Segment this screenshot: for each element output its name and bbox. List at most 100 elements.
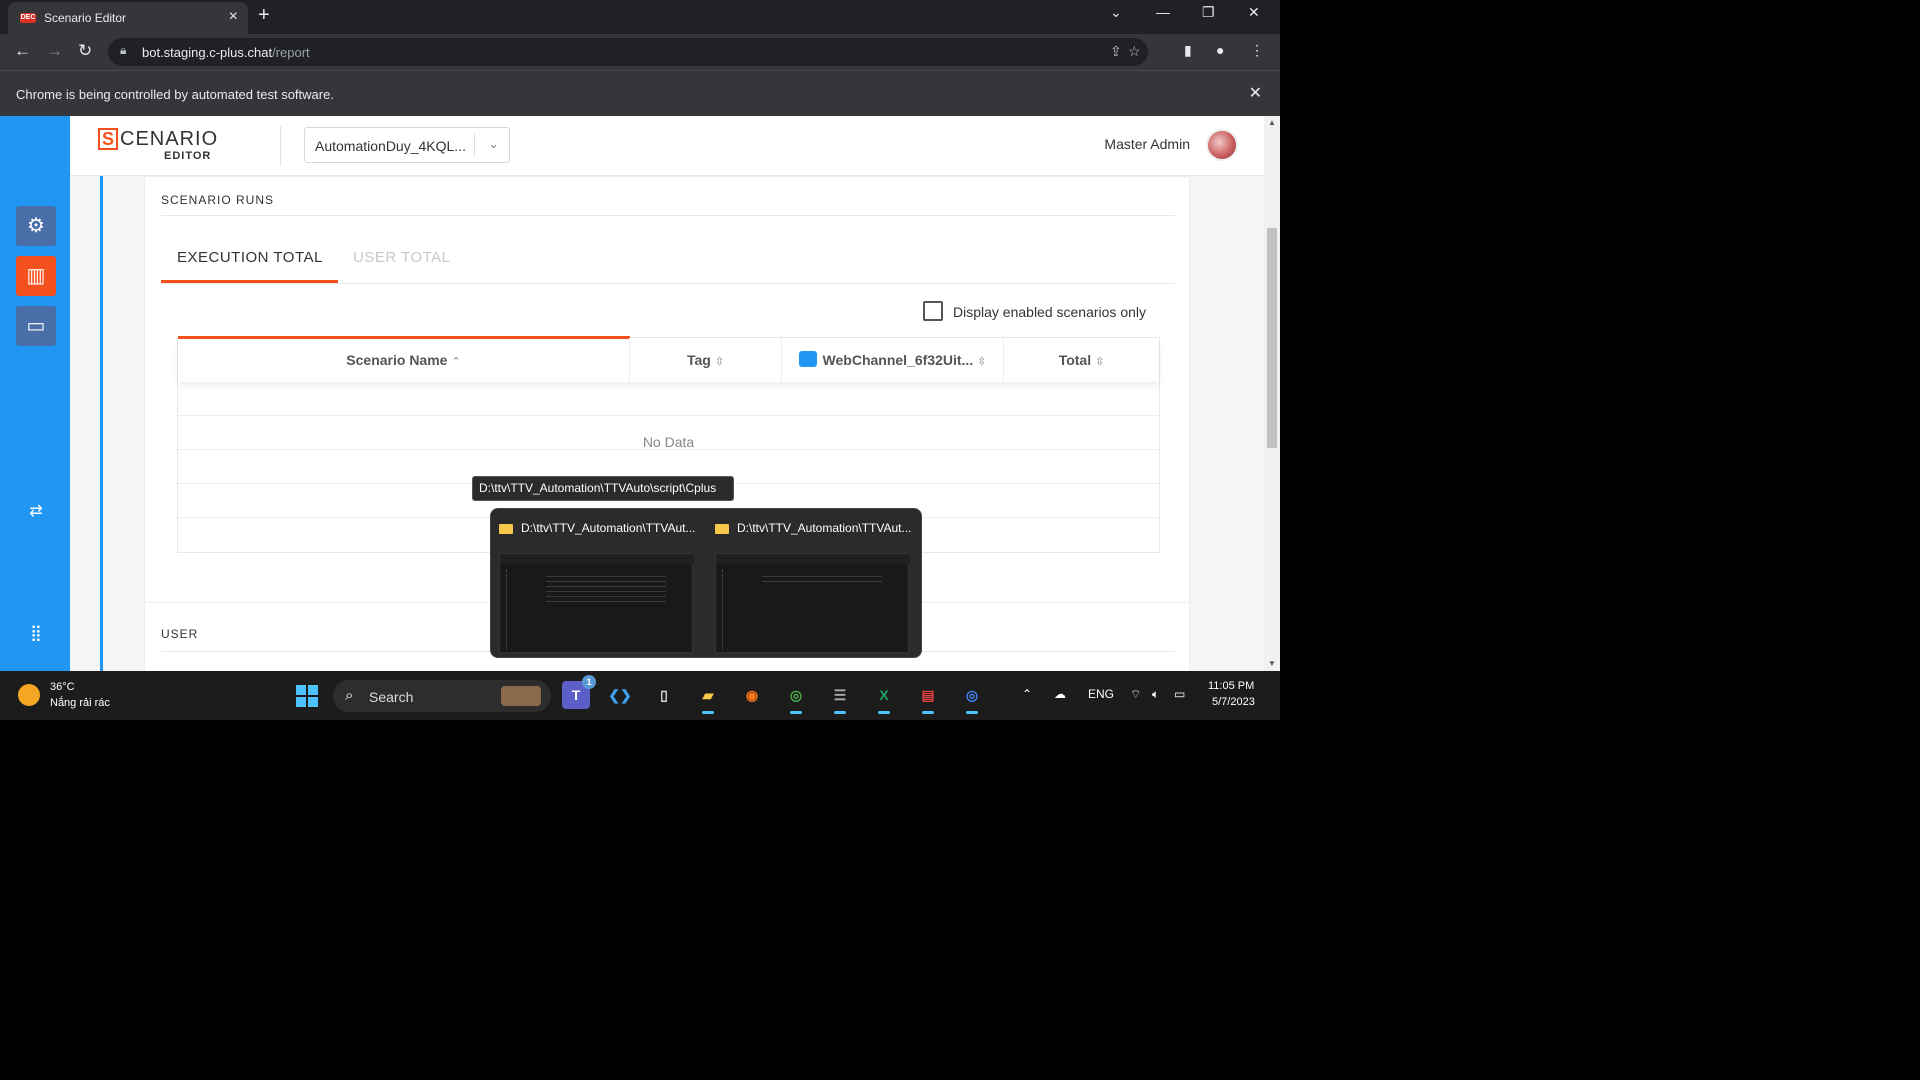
url-text[interactable]: bot.staging.c-plus.chat/report (142, 45, 310, 60)
nav-settings-gear-icon[interactable]: ⚙ (16, 206, 56, 246)
window-preview[interactable]: D:\ttv\TTV_Automation\TTVAut... (493, 517, 699, 657)
tab-search-chevron-icon[interactable]: ⌄ (1110, 4, 1122, 21)
enabled-only-label[interactable]: Display enabled scenarios only (953, 304, 1146, 320)
app-icon[interactable]: ☰ (826, 681, 854, 714)
chrome-alt-icon[interactable]: ◎ (782, 681, 810, 714)
search-label: Search (369, 689, 414, 705)
scroll-down-icon[interactable]: ▼ (1268, 659, 1276, 668)
no-data-text: No Data (642, 434, 695, 450)
title-divider (161, 215, 1175, 216)
nav-report-icon[interactable]: ▥ (16, 256, 56, 296)
tab-execution-total[interactable]: EXECUTION TOTAL (177, 249, 323, 266)
automation-notice: Chrome is being controlled by automated … (16, 87, 334, 102)
chevron-down-icon[interactable]: ⌄ (488, 136, 499, 152)
volume-icon[interactable]: 🔈︎ (1152, 687, 1159, 702)
tab-user-total[interactable]: USER TOTAL (353, 249, 451, 266)
preview-thumbnail[interactable] (499, 553, 694, 653)
excel-icon[interactable]: X (870, 681, 898, 714)
teams-icon[interactable]: T1 (562, 675, 596, 709)
url-host: bot.staging.c-plus.chat (142, 45, 273, 60)
sort-icon[interactable]: ⇳ (977, 356, 986, 368)
header-divider (280, 126, 281, 166)
preview-thumbnail[interactable] (715, 553, 910, 653)
battery-icon[interactable]: ▭ (1174, 687, 1185, 701)
sort-icon[interactable]: ⇳ (715, 356, 724, 368)
logo-sub: EDITOR (164, 150, 212, 162)
logo-letter: S (98, 128, 118, 150)
tabs-divider (161, 283, 1175, 284)
weather-temperature[interactable]: 36°C (50, 681, 75, 693)
logo-word: CENARIO (120, 128, 219, 150)
preview-header: D:\ttv\TTV_Automation\TTVAut... (715, 521, 912, 535)
taskbar-search[interactable]: ⌕ Search (333, 680, 551, 712)
chrome-icon[interactable]: ◎ (958, 681, 986, 714)
language-indicator[interactable]: ENG (1088, 687, 1114, 701)
search-highlight-icon (501, 686, 541, 706)
weather-icon[interactable] (18, 684, 40, 706)
tab-close-icon[interactable]: × (229, 8, 238, 26)
app-window-icon[interactable]: ▤ (914, 681, 942, 714)
restore-icon[interactable]: ❐ (1202, 4, 1215, 21)
browser-toolbar: ← → ↻ 🔒︎ bot.staging.c-plus.chat/report … (0, 34, 1280, 70)
window-close-icon[interactable]: ✕ (1248, 4, 1260, 21)
browser-titlebar: DEC Scenario Editor × + ⌄ — ❐ ✕ (0, 0, 1280, 34)
onedrive-icon[interactable]: ☁ (1054, 687, 1066, 701)
browser-tab[interactable]: DEC Scenario Editor × (8, 2, 248, 34)
folder-icon (715, 523, 729, 534)
scenario-runs-title: SCENARIO RUNS (161, 193, 275, 207)
selector-separator (474, 134, 475, 156)
preview-title: D:\ttv\TTV_Automation\TTVAut... (521, 521, 696, 535)
scenario-editor-logo[interactable]: S CENARIO EDITOR (98, 128, 217, 162)
col-webchannel[interactable]: WebChannel_6f32Uit... ⇳ (782, 338, 1004, 382)
share-icon[interactable]: ⇪ (1110, 43, 1122, 60)
col-scenario-name[interactable]: Scenario Name ⌃ (178, 338, 630, 382)
windows-start-icon[interactable] (296, 685, 318, 707)
new-tab-icon[interactable]: + (258, 4, 270, 27)
tab-favicon: DEC (20, 13, 36, 23)
tray-overflow-icon[interactable]: ⌃ (1022, 687, 1032, 701)
col-total[interactable]: Total ⇳ (1004, 338, 1159, 382)
scrollbar-thumb[interactable] (1267, 228, 1277, 448)
avatar[interactable] (1206, 129, 1238, 161)
vscode-icon[interactable]: ❮❯ (606, 681, 634, 709)
user-name[interactable]: Master Admin (1104, 136, 1190, 152)
col-tag-label: Tag (686, 352, 711, 368)
nav-chat-icon[interactable]: ▭ (16, 306, 56, 346)
scroll-up-icon[interactable]: ▲ (1268, 118, 1276, 127)
apps-grid-icon[interactable]: ⣿ (22, 620, 50, 648)
screen: DEC Scenario Editor × + ⌄ — ❐ ✕ ← → ↻ 🔒︎… (0, 0, 1280, 720)
file-explorer-icon[interactable]: ▰ (694, 681, 722, 714)
swap-icon[interactable]: ⇄ (22, 498, 50, 526)
automation-infobar: Chrome is being controlled by automated … (0, 70, 1280, 116)
clock-time[interactable]: 11:05 PM (1208, 680, 1254, 692)
minimize-icon[interactable]: — (1156, 4, 1170, 20)
col-tag[interactable]: Tag ⇳ (630, 338, 782, 382)
side-panel-icon[interactable]: ▮ (1184, 42, 1192, 59)
preview-header: D:\ttv\TTV_Automation\TTVAut... (499, 521, 696, 535)
webchannel-chat-icon (798, 351, 817, 368)
search-icon: ⌕ (345, 687, 354, 704)
table-header: Scenario Name ⌃ Tag ⇳ WebChannel_6f32Uit..… (178, 336, 1159, 382)
preview-title: D:\ttv\TTV_Automation\TTVAut... (737, 521, 912, 535)
profile-icon[interactable]: ● (1216, 42, 1224, 58)
folder-icon (499, 523, 513, 534)
firefox-icon[interactable]: ◉ (738, 681, 766, 709)
notepad-icon[interactable]: ▯ (650, 681, 678, 709)
enabled-only-checkbox[interactable] (923, 301, 943, 321)
bookmark-star-icon[interactable]: ☆ (1128, 43, 1141, 60)
infobar-close-icon[interactable]: ✕ (1249, 83, 1262, 103)
wifi-icon[interactable]: ⌔ (1130, 687, 1141, 702)
weather-description[interactable]: Nắng rải rác (50, 697, 110, 709)
reload-icon[interactable]: ↻ (78, 41, 92, 61)
page-scrollbar[interactable]: ▲ ▼ (1264, 116, 1280, 671)
clock-date[interactable]: 5/7/2023 (1212, 696, 1255, 708)
lock-icon[interactable]: 🔒︎ (120, 43, 126, 58)
chrome-menu-icon[interactable]: ⋮ (1250, 42, 1264, 59)
forward-icon[interactable]: → (46, 41, 63, 61)
sort-asc-icon[interactable]: ⌃ (451, 356, 460, 368)
window-preview[interactable]: D:\ttv\TTV_Automation\TTVAut... (709, 517, 915, 657)
back-icon[interactable]: ← (14, 41, 31, 61)
address-bar[interactable]: 🔒︎ bot.staging.c-plus.chat/report ⇪ ☆ (108, 38, 1148, 66)
sort-icon[interactable]: ⇳ (1095, 356, 1104, 368)
bot-selector[interactable]: AutomationDuy_4KQL... ⌄ (304, 127, 510, 163)
